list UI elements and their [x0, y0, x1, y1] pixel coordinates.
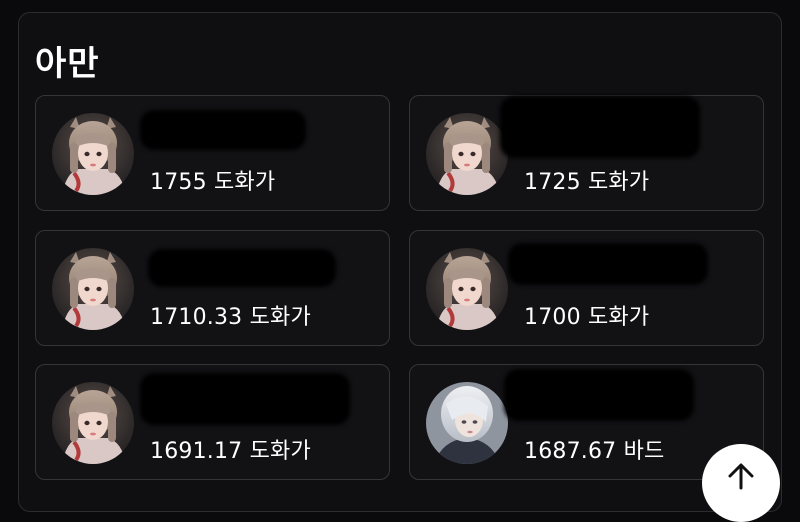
bard-avatar: [426, 382, 508, 464]
ranking-card[interactable]: 1691.17 도화가: [35, 364, 390, 480]
ranking-card[interactable]: 1755 도화가: [35, 95, 390, 211]
score-label: 1755 도화가: [150, 170, 276, 195]
doga-avatar: [52, 113, 134, 195]
doga-avatar: [426, 248, 508, 330]
scroll-top-button[interactable]: [702, 444, 780, 522]
name-redacted: [504, 369, 694, 421]
score-label: 1687.67 바드: [524, 439, 665, 464]
name-redacted: [140, 110, 306, 150]
doga-avatar: [52, 248, 134, 330]
score-label: 1691.17 도화가: [150, 439, 311, 464]
doga-avatar: [52, 382, 134, 464]
name-redacted: [140, 373, 350, 425]
arrow-up-icon: [728, 463, 754, 490]
score-label: 1700 도화가: [524, 305, 650, 330]
score-label: 1710.33 도화가: [150, 305, 311, 330]
name-redacted: [500, 96, 700, 158]
ranking-card[interactable]: 1700 도화가: [409, 230, 764, 346]
name-redacted: [508, 243, 708, 285]
ranking-card[interactable]: 1725 도화가: [409, 95, 764, 211]
score-label: 1725 도화가: [524, 170, 650, 195]
doga-avatar: [426, 113, 508, 195]
name-redacted: [148, 249, 336, 287]
ranking-card[interactable]: 1710.33 도화가: [35, 230, 390, 346]
section-title: 아만: [35, 44, 100, 84]
